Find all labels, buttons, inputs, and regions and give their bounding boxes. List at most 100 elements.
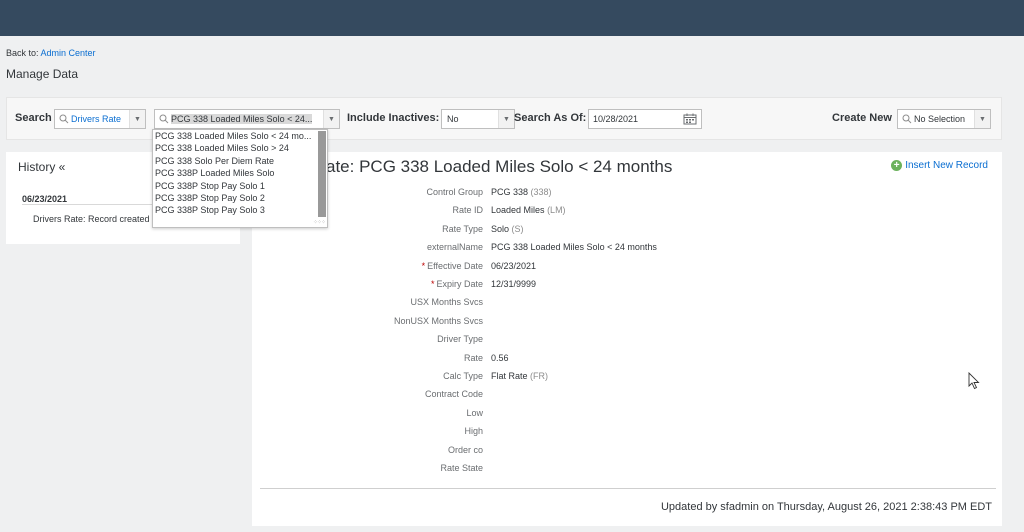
object-type-value: Drivers Rate — [71, 114, 122, 124]
chevron-down-icon[interactable]: ▼ — [498, 110, 514, 128]
field-label: Order co — [252, 445, 491, 455]
field-label: * Effective Date — [252, 261, 491, 271]
breadcrumb: Back to: Admin Center — [6, 48, 96, 58]
include-inactives-label: Include Inactives: — [347, 112, 440, 124]
field-label: Rate State — [252, 463, 491, 473]
field-label-text: Low — [466, 407, 483, 418]
include-inactives-select[interactable]: No ▼ — [441, 109, 515, 129]
field-row: USX Months Svcs — [252, 293, 1002, 311]
field-code: (FR) — [530, 371, 549, 381]
field-label: Driver Type — [252, 334, 491, 344]
search-as-of-value: 10/28/2021 — [593, 114, 639, 124]
suggestion-item[interactable]: PCG 338P Stop Pay Solo 3 — [153, 204, 319, 216]
admin-center-link[interactable]: Admin Center — [41, 48, 96, 58]
field-value: Loaded Miles (LM) — [491, 205, 566, 215]
create-new-select[interactable]: No Selection ▼ — [897, 109, 991, 129]
chevron-down-icon[interactable]: ▼ — [129, 110, 145, 128]
search-as-of-date-input[interactable]: 10/28/2021 — [588, 109, 702, 129]
insert-new-record-label: Insert New Record — [905, 160, 988, 171]
field-label-text: NonUSX Months Svcs — [393, 315, 483, 326]
search-as-of-label: Search As Of: — [514, 112, 587, 124]
field-label: externalName — [252, 242, 491, 252]
field-label-text: USX Months Svcs — [410, 297, 483, 308]
field-row: Order co — [252, 441, 1002, 459]
field-row: Low — [252, 404, 1002, 422]
field-row: Rate State — [252, 459, 1002, 477]
field-code: (LM) — [547, 205, 566, 216]
field-row: Driver Type — [252, 330, 1002, 348]
suggestion-item[interactable]: PCG 338 Solo Per Diem Rate — [153, 155, 319, 167]
history-date[interactable]: 06/23/2021 — [22, 194, 67, 204]
create-new-value: No Selection — [914, 114, 966, 124]
field-label-text: Order co — [447, 444, 483, 455]
field-code: (338) — [530, 187, 552, 197]
field-label-text: Rate Type — [442, 223, 483, 234]
record-search-value: PCG 338 Loaded Miles Solo < 24... — [171, 114, 313, 124]
field-value: PCG 338 (338) — [491, 187, 552, 197]
field-row: * Expiry Date 12/31/9999 — [252, 275, 1002, 293]
field-row: Rate 0.56 — [252, 349, 1002, 367]
field-row: High — [252, 422, 1002, 440]
record-search-input[interactable]: PCG 338 Loaded Miles Solo < 24... ▼ — [154, 109, 340, 129]
field-label: Calc Type — [252, 371, 491, 381]
chevron-down-icon[interactable]: ▼ — [974, 110, 990, 128]
resize-grip-icon[interactable]: ⁘⁘⁘ — [313, 219, 326, 226]
field-value-text: PCG 338 Loaded Miles Solo < 24 months — [491, 242, 657, 253]
object-type-select[interactable]: Drivers Rate ▼ — [54, 109, 146, 129]
include-inactives-value: No — [447, 114, 459, 124]
search-icon — [159, 114, 169, 124]
search-label: Search — [15, 112, 52, 124]
field-label-text: High — [464, 426, 483, 437]
field-label-text: Driver Type — [437, 334, 483, 345]
history-title[interactable]: History « — [18, 160, 65, 174]
field-value-text: 06/23/2021 — [491, 260, 537, 271]
field-label-text: Effective Date — [427, 260, 483, 271]
field-value: Flat Rate (FR) — [491, 371, 548, 381]
field-row: externalName PCG 338 Loaded Miles Solo < … — [252, 238, 1002, 256]
required-marker: * — [430, 279, 435, 289]
field-value-text: Loaded Miles — [491, 205, 545, 216]
create-new-label: Create New — [832, 112, 892, 124]
suggestion-item[interactable]: PCG 338P Stop Pay Solo 1 — [153, 180, 319, 192]
field-row: Rate Type Solo (S) — [252, 220, 1002, 238]
breadcrumb-prefix: Back to: — [6, 48, 39, 58]
field-value: Solo (S) — [491, 224, 524, 234]
search-icon — [59, 114, 69, 124]
field-label-text: Expiry Date — [436, 279, 483, 289]
page-title: Manage Data — [6, 67, 79, 81]
field-value-text: 0.56 — [491, 352, 509, 363]
field-label: NonUSX Months Svcs — [252, 316, 491, 326]
suggestion-item[interactable]: PCG 338P Stop Pay Solo 2 — [153, 192, 319, 204]
history-entry[interactable]: Drivers Rate: Record created — [33, 214, 150, 224]
record-detail-panel: ate: PCG 338 Loaded Miles Solo < 24 mont… — [252, 152, 1002, 526]
field-row: Contract Code — [252, 385, 1002, 403]
field-label-text: externalName — [426, 242, 483, 253]
calendar-icon[interactable] — [683, 113, 697, 125]
search-icon — [902, 114, 912, 124]
field-row: Calc Type Flat Rate (FR) — [252, 367, 1002, 385]
field-label-text: Rate — [463, 352, 483, 363]
record-suggestion-list[interactable]: PCG 338 Loaded Miles Solo < 24 mo... PCG … — [152, 129, 328, 228]
field-value: PCG 338 Loaded Miles Solo < 24 months — [491, 242, 657, 252]
scrollbar[interactable] — [318, 131, 326, 217]
suggestion-item[interactable]: PCG 338 Loaded Miles Solo > 24 — [153, 142, 319, 154]
field-row: Control Group PCG 338 (338) — [252, 183, 1002, 201]
field-value-text: Flat Rate — [491, 371, 528, 381]
field-row: Rate ID Loaded Miles (LM) — [252, 201, 1002, 219]
field-label: USX Months Svcs — [252, 297, 491, 307]
updated-by-text: Updated by sfadmin on Thursday, August 2… — [660, 501, 992, 513]
insert-new-record-button[interactable]: + Insert New Record — [891, 160, 988, 171]
field-value: 12/31/9999 — [491, 279, 536, 289]
suggestion-item[interactable]: PCG 338P Loaded Miles Solo — [153, 167, 319, 179]
record-title: ate: PCG 338 Loaded Miles Solo < 24 mont… — [326, 157, 673, 176]
field-label-text: Contract Code — [424, 389, 483, 400]
field-label: Low — [252, 408, 491, 418]
field-row: NonUSX Months Svcs — [252, 312, 1002, 330]
field-label-text: Rate ID — [452, 205, 483, 216]
suggestion-item[interactable]: PCG 338 Loaded Miles Solo < 24 mo... — [153, 130, 319, 142]
add-icon: + — [891, 160, 903, 171]
field-code: (S) — [511, 223, 524, 234]
chevron-down-icon[interactable]: ▼ — [323, 110, 339, 128]
field-label: High — [252, 426, 491, 436]
field-value-text: 12/31/9999 — [491, 279, 537, 289]
